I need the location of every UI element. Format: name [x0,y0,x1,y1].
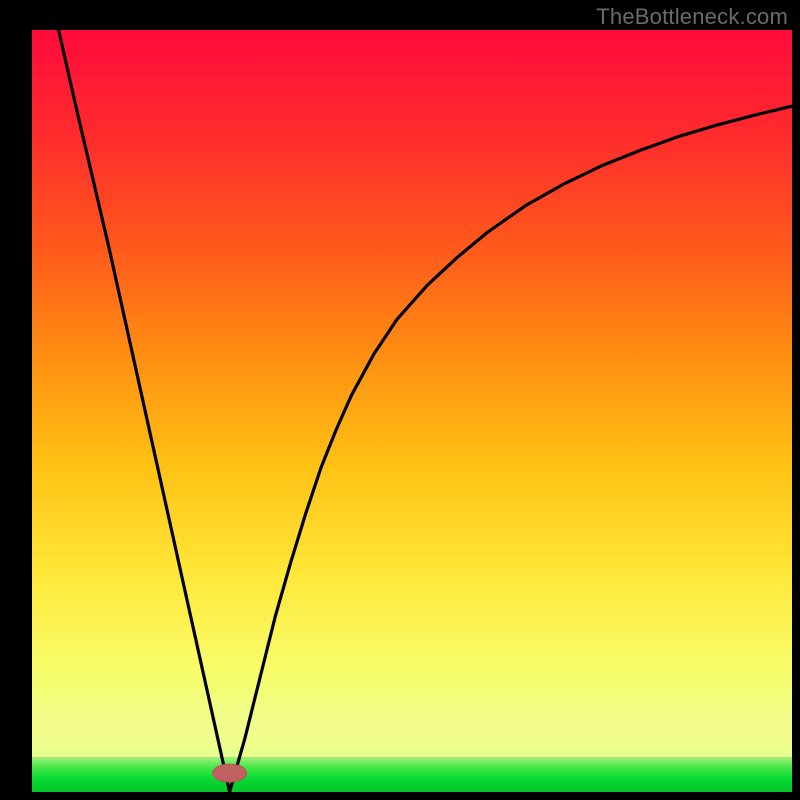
watermark-text: TheBottleneck.com [596,4,788,30]
bottleneck-chart [0,0,800,800]
pale-yellow-band [32,689,792,746]
green-safe-zone-strip [32,758,792,792]
heat-gradient-background [32,30,792,758]
optimum-marker [213,764,247,782]
chart-frame: TheBottleneck.com [0,0,800,800]
